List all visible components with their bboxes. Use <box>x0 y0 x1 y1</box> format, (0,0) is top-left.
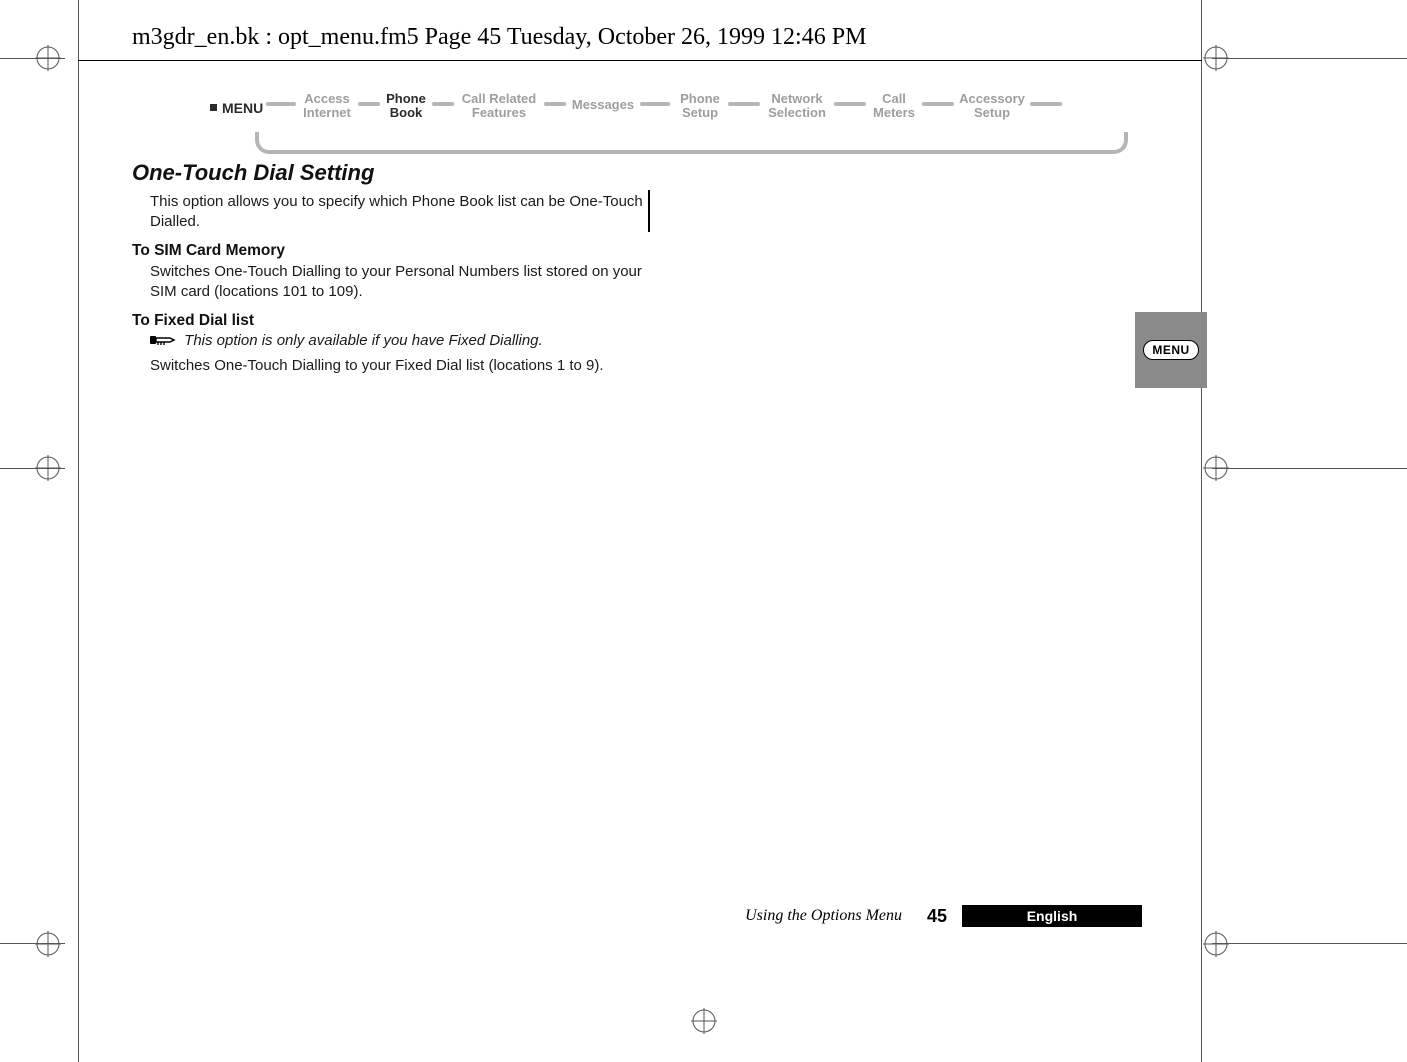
footer-section-title: Using the Options Menu <box>745 907 902 925</box>
menu-item-accessory-setup: AccessorySetup <box>956 92 1028 120</box>
connector-icon <box>728 102 760 106</box>
subhead-fixed-dial-list: To Fixed Dial list <box>132 312 652 330</box>
connector-icon <box>1030 102 1062 106</box>
note-text: This option is only available if you hav… <box>184 332 543 349</box>
running-head: m3gdr_en.bk : opt_menu.fm5 Page 45 Tuesd… <box>132 24 866 51</box>
menu-item-phone-setup: PhoneSetup <box>674 92 726 120</box>
menu-item-call-meters: CallMeters <box>868 92 920 120</box>
registration-mark-icon <box>1203 931 1229 957</box>
pointing-hand-icon <box>150 332 176 352</box>
side-tab-menu: MENU <box>1135 312 1207 388</box>
menu-item-messages: Messages <box>568 98 638 112</box>
registration-mark-icon <box>691 1008 717 1034</box>
section-title: One-Touch Dial Setting <box>132 160 652 186</box>
connector-icon <box>834 102 866 106</box>
connector-icon <box>266 102 296 106</box>
fixed-dial-body: Switches One-Touch Dialling to your Fixe… <box>150 356 652 376</box>
page-root: m3gdr_en.bk : opt_menu.fm5 Page 45 Tuesd… <box>0 0 1407 1062</box>
connector-icon <box>432 102 454 106</box>
menu-item-call-related-features: Call RelatedFeatures <box>456 92 542 120</box>
crop-mark <box>1212 58 1407 59</box>
sim-card-body: Switches One-Touch Dialling to your Pers… <box>150 262 652 302</box>
subhead-sim-card-memory: To SIM Card Memory <box>132 242 652 260</box>
registration-mark-icon <box>1203 45 1229 71</box>
crop-mark <box>78 0 79 1062</box>
registration-mark-icon <box>35 931 61 957</box>
connector-icon <box>922 102 954 106</box>
column-divider <box>648 190 650 232</box>
connector-icon <box>544 102 566 106</box>
menu-item-phone-book: PhoneBook <box>382 92 430 120</box>
menu-breadcrumb: MENU AccessInternet PhoneBook Call Relat… <box>210 92 1120 147</box>
crop-mark <box>1212 943 1407 944</box>
menu-label: MENU <box>210 100 263 116</box>
registration-mark-icon <box>1203 455 1229 481</box>
crop-mark <box>1212 468 1407 469</box>
intro-text: This option allows you to specify which … <box>150 192 652 232</box>
main-content: One-Touch Dial Setting This option allow… <box>132 160 652 382</box>
header-rule <box>78 60 1202 61</box>
registration-mark-icon <box>35 45 61 71</box>
menu-curve-icon <box>255 132 1128 154</box>
connector-icon <box>358 102 380 106</box>
page-footer: Using the Options Menu 45 English <box>132 901 1202 927</box>
connector-icon <box>640 102 670 106</box>
registration-mark-icon <box>35 455 61 481</box>
menu-item-access-internet: AccessInternet <box>298 92 356 120</box>
menu-pill-label: MENU <box>1143 340 1198 360</box>
note-fixed-dial: This option is only available if you hav… <box>150 332 652 352</box>
footer-page-number: 45 <box>927 906 947 927</box>
footer-language-badge: English <box>962 905 1142 927</box>
menu-item-network-selection: NetworkSelection <box>762 92 832 120</box>
